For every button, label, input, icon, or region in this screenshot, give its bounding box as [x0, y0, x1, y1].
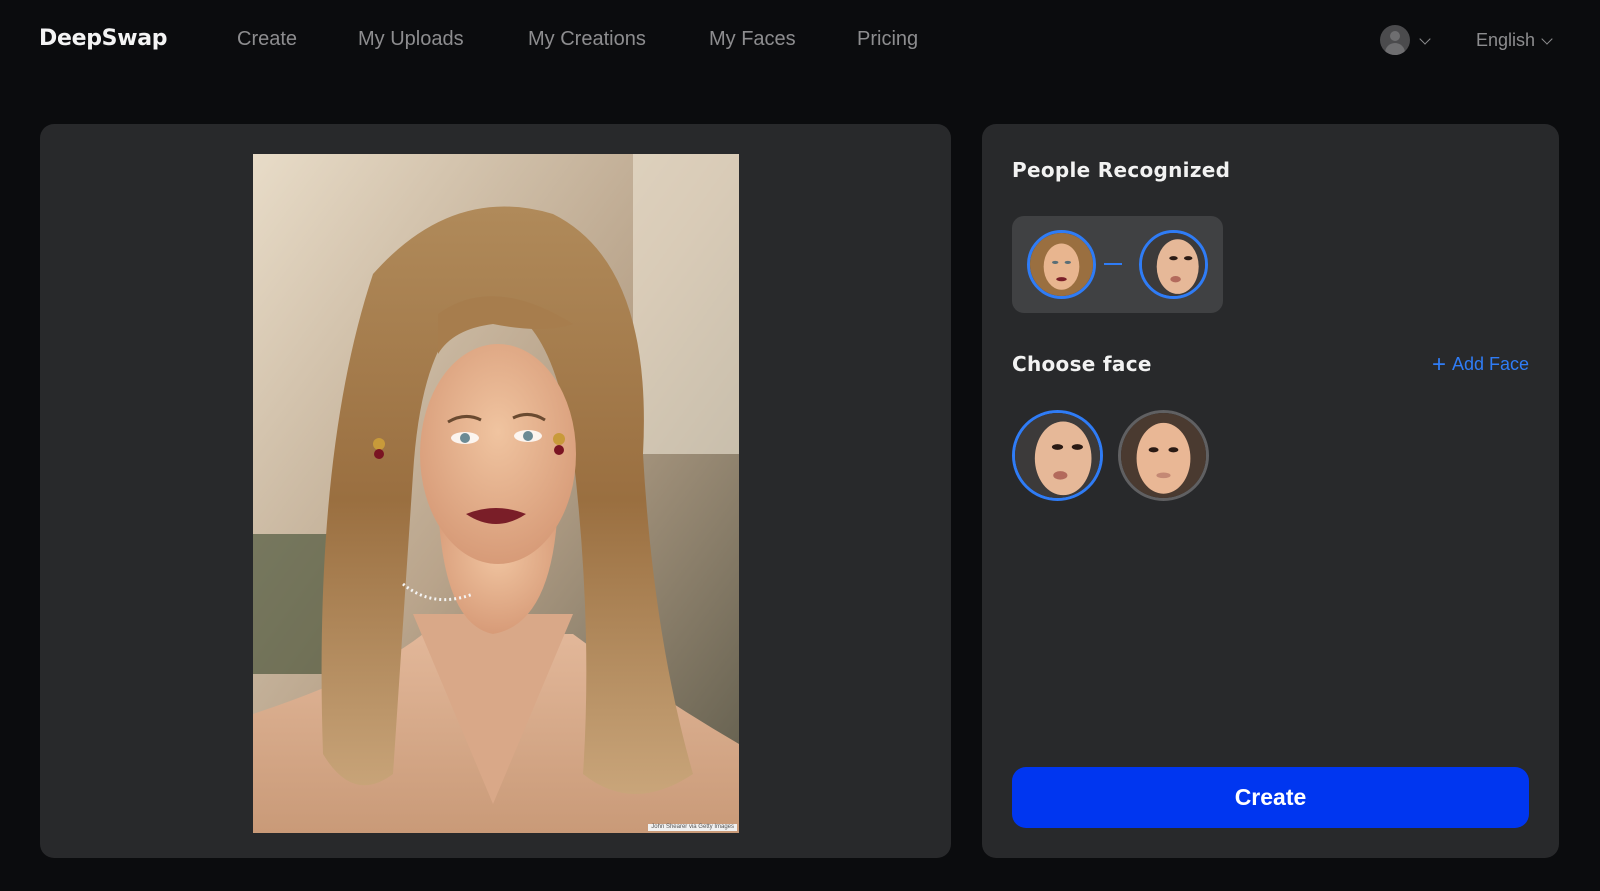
selected-face[interactable]: [1139, 230, 1208, 299]
chevron-down-icon[interactable]: [1419, 33, 1431, 45]
nav-pricing[interactable]: Pricing: [857, 28, 918, 51]
face-option-2-thumbnail: [1121, 413, 1206, 498]
recognized-face[interactable]: [1027, 230, 1096, 299]
people-recognized-title: People Recognized: [1012, 158, 1231, 182]
nav-my-faces[interactable]: My Faces: [709, 28, 796, 51]
face-option-1-thumbnail: [1015, 413, 1100, 498]
face-option-1[interactable]: [1012, 410, 1103, 501]
arrow-right-icon: [1104, 263, 1122, 265]
nav-my-creations[interactable]: My Creations: [528, 28, 646, 51]
face-option-2[interactable]: [1118, 410, 1209, 501]
add-face-button[interactable]: + Add Face: [1431, 350, 1529, 378]
plus-icon: +: [1431, 350, 1446, 378]
add-face-label: Add Face: [1451, 354, 1529, 374]
photo-credit: John Shearer via Getty Images: [648, 824, 737, 831]
user-avatar-icon[interactable]: [1380, 25, 1410, 55]
recognized-face-thumbnail: [1030, 233, 1093, 296]
avatar-body: [1385, 43, 1405, 55]
selected-face-thumbnail: [1142, 233, 1205, 296]
recognized-mapping: [1012, 216, 1223, 313]
avatar-head: [1390, 31, 1400, 41]
language-selector[interactable]: English: [1476, 30, 1535, 51]
preview-panel: John Shearer via Getty Images: [40, 124, 951, 858]
nav-create[interactable]: Create: [237, 28, 297, 51]
top-nav-bar: DeepSwap Create My Uploads My Creations …: [0, 0, 1600, 82]
choose-face-title: Choose face: [1012, 352, 1152, 376]
chevron-down-icon[interactable]: [1541, 33, 1553, 45]
uploaded-photo: John Shearer via Getty Images: [253, 154, 739, 833]
nav-my-uploads[interactable]: My Uploads: [358, 28, 464, 51]
logo[interactable]: DeepSwap: [39, 26, 168, 51]
create-button[interactable]: Create: [1012, 767, 1529, 828]
photo-illustration: [253, 154, 739, 833]
face-swap-panel: People Recognized Choose face + Add Face…: [982, 124, 1559, 858]
